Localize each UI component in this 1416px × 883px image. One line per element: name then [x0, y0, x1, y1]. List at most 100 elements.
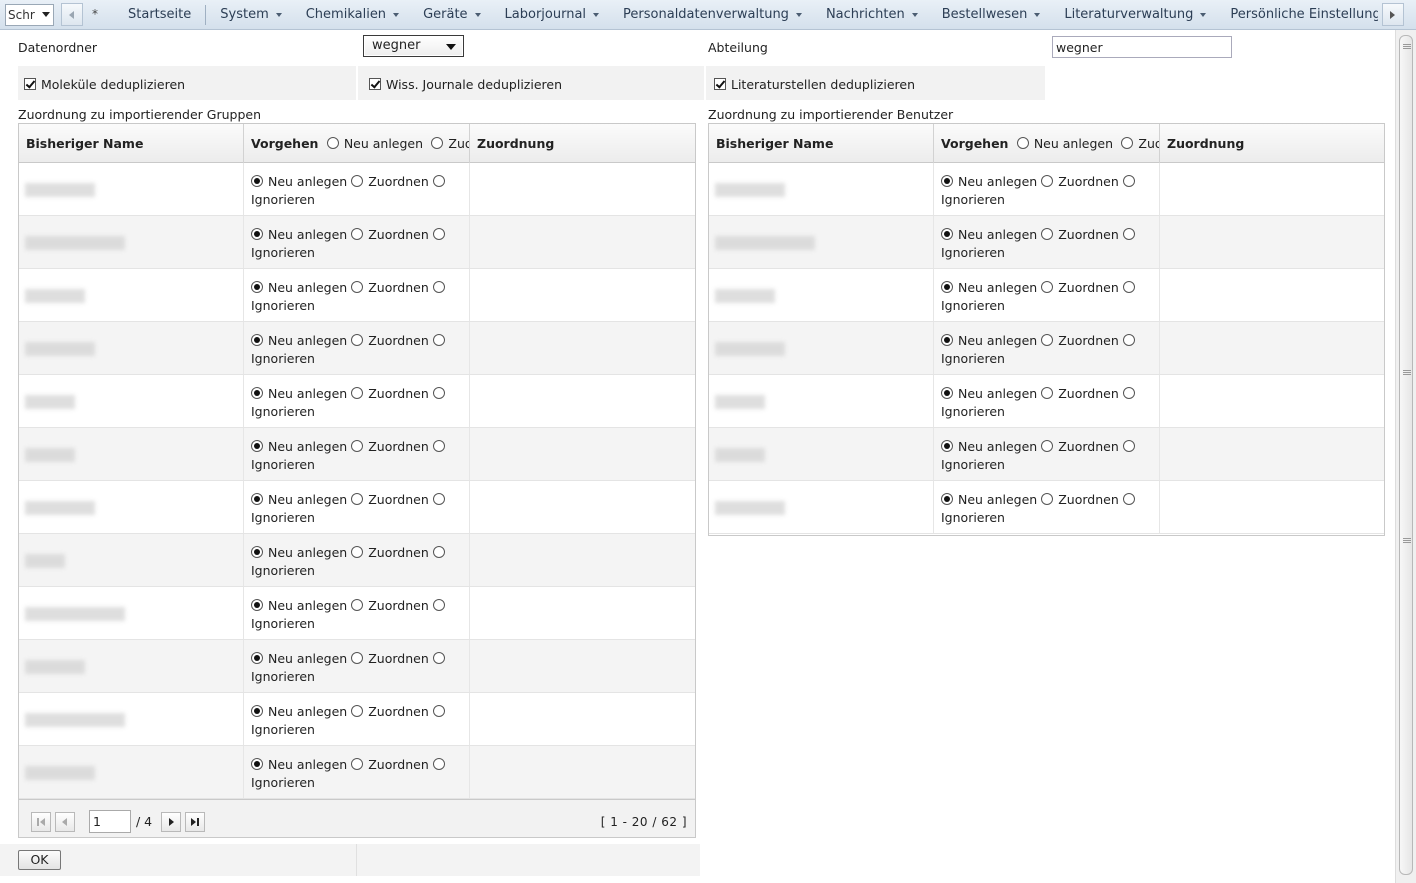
radio-assign[interactable]: [1041, 440, 1054, 452]
radio-new[interactable]: [941, 175, 953, 187]
menu-item-chemikalien[interactable]: Chemikalien: [294, 0, 411, 30]
dedup-journals-option[interactable]: Wiss. Journale deduplizieren: [358, 66, 704, 100]
menu-item-nachrichten[interactable]: Nachrichten: [814, 0, 930, 30]
radio-assign[interactable]: [1041, 334, 1054, 346]
column-bisheriger-name[interactable]: Bisheriger Name: [709, 124, 934, 163]
radio-assign[interactable]: [351, 758, 364, 770]
radio-new[interactable]: [251, 599, 263, 611]
abteilung-input[interactable]: wegner: [1052, 36, 1232, 58]
page-number-input[interactable]: 1: [89, 810, 131, 833]
menu-item-laborjournal[interactable]: Laborjournal: [493, 0, 612, 30]
radio-new[interactable]: [251, 281, 263, 293]
menu-scroll-right-button[interactable]: [1382, 3, 1404, 26]
menu-item-geräte[interactable]: Geräte: [411, 0, 492, 30]
radio-ignore[interactable]: [1122, 228, 1135, 240]
radio-ignore[interactable]: [432, 652, 445, 664]
favorites-star[interactable]: *: [92, 7, 98, 21]
redacted-name: [715, 395, 765, 409]
radio-assign[interactable]: [1041, 228, 1054, 240]
radio-new[interactable]: [251, 652, 263, 664]
column-zuordnung[interactable]: Zuordnung: [1160, 124, 1384, 163]
radio-new[interactable]: [251, 228, 263, 240]
font-size-select[interactable]: Schr: [5, 4, 54, 26]
radio-assign[interactable]: [351, 334, 364, 346]
radio-assign[interactable]: [351, 175, 364, 187]
datenordner-select[interactable]: wegner: [363, 35, 464, 57]
radio-ignore[interactable]: [432, 228, 445, 240]
radio-new[interactable]: [251, 493, 263, 505]
dedup-molecules-checkbox[interactable]: [24, 78, 36, 90]
page-scrollbar[interactable]: [1395, 30, 1416, 883]
radio-assign[interactable]: [351, 546, 364, 558]
radio-assign[interactable]: [351, 652, 364, 664]
scrollbar-thumb[interactable]: [1399, 35, 1413, 875]
menu-item-literaturverwaltung[interactable]: Literaturverwaltung: [1052, 0, 1218, 30]
radio-new[interactable]: [251, 546, 263, 558]
radio-ignore[interactable]: [1122, 175, 1135, 187]
radio-assign[interactable]: [351, 387, 364, 399]
radio-new[interactable]: [251, 334, 263, 346]
radio-ignore[interactable]: [432, 758, 445, 770]
radio-assign[interactable]: [1041, 493, 1054, 505]
grip-icon: [1403, 44, 1411, 49]
radio-ignore[interactable]: [1122, 281, 1135, 293]
radio-new[interactable]: [251, 440, 263, 452]
radio-new[interactable]: [251, 175, 263, 187]
radio-ignore[interactable]: [1122, 387, 1135, 399]
dedup-references-checkbox[interactable]: [714, 78, 726, 90]
radio-new[interactable]: [941, 334, 953, 346]
radio-new[interactable]: [941, 387, 953, 399]
radio-ignore[interactable]: [432, 705, 445, 717]
column-zuordnung[interactable]: Zuordnung: [470, 124, 695, 163]
radio-ignore[interactable]: [1122, 440, 1135, 452]
radio-ignore[interactable]: [432, 175, 445, 187]
menu-item-bestellwesen[interactable]: Bestellwesen: [930, 0, 1053, 30]
radio-assign[interactable]: [351, 281, 364, 293]
menu-item-personaldatenverwaltung[interactable]: Personaldatenverwaltung: [611, 0, 814, 30]
radio-ignore[interactable]: [432, 546, 445, 558]
dedup-references-option[interactable]: Literaturstellen deduplizieren: [706, 66, 1045, 100]
prev-page-button[interactable]: [55, 812, 75, 832]
set-all-assign-radio[interactable]: [431, 137, 444, 149]
radio-ignore[interactable]: [432, 281, 445, 293]
radio-ignore[interactable]: [432, 334, 445, 346]
ok-button[interactable]: OK: [18, 850, 61, 870]
radio-new[interactable]: [251, 758, 263, 770]
column-bisheriger-name[interactable]: Bisheriger Name: [19, 124, 244, 163]
radio-new[interactable]: [251, 705, 263, 717]
radio-assign[interactable]: [351, 493, 364, 505]
radio-ignore[interactable]: [432, 599, 445, 611]
last-page-button[interactable]: [185, 812, 205, 832]
menu-scroll-left-button[interactable]: [61, 3, 83, 26]
dedup-molecules-option[interactable]: Moleküle deduplizieren: [18, 66, 356, 100]
next-page-button[interactable]: [161, 812, 181, 832]
menu-item-startseite[interactable]: Startseite: [116, 0, 203, 30]
first-page-button[interactable]: [31, 812, 51, 832]
radio-new[interactable]: [941, 228, 953, 240]
menu-item-persönliche-einstellungen[interactable]: Persönliche Einstellungen: [1218, 0, 1378, 30]
radio-assign[interactable]: [351, 440, 364, 452]
radio-ignore[interactable]: [432, 440, 445, 452]
radio-ignore[interactable]: [432, 493, 445, 505]
radio-ignore[interactable]: [432, 387, 445, 399]
radio-new[interactable]: [941, 281, 953, 293]
radio-new[interactable]: [251, 387, 263, 399]
menu-item-system[interactable]: System: [208, 0, 293, 30]
redacted-name: [25, 501, 95, 515]
radio-assign-label: Zuordnen: [368, 545, 429, 560]
radio-ignore[interactable]: [1122, 334, 1135, 346]
set-all-new-radio[interactable]: [1016, 137, 1029, 149]
chevron-down-icon: [275, 12, 282, 17]
radio-new[interactable]: [941, 440, 953, 452]
set-all-assign-radio[interactable]: [1121, 137, 1134, 149]
radio-assign[interactable]: [351, 599, 364, 611]
radio-assign[interactable]: [1041, 387, 1054, 399]
set-all-new-radio[interactable]: [326, 137, 339, 149]
radio-assign[interactable]: [351, 228, 364, 240]
radio-assign[interactable]: [351, 705, 364, 717]
dedup-journals-checkbox[interactable]: [369, 78, 381, 90]
radio-assign[interactable]: [1041, 281, 1054, 293]
radio-ignore[interactable]: [1122, 493, 1135, 505]
radio-new[interactable]: [941, 493, 953, 505]
radio-assign[interactable]: [1041, 175, 1054, 187]
